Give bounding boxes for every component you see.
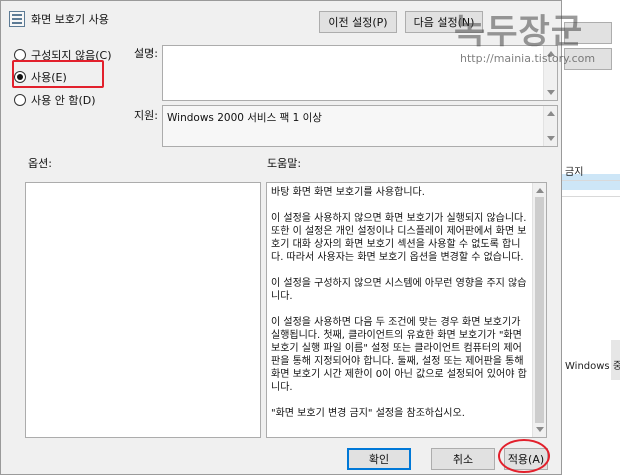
background-row-label: 금지	[565, 167, 584, 178]
help-panel: 바탕 화면 화면 보호기를 사용합니다. 이 설정을 사용하지 않으면 화면 보…	[266, 182, 547, 438]
scroll-down-icon[interactable]	[547, 136, 555, 141]
supported-scrollbar[interactable]	[543, 106, 557, 146]
scroll-down-icon[interactable]	[536, 427, 544, 432]
annotation-ellipse	[498, 439, 550, 473]
ok-button[interactable]: 확인	[347, 448, 411, 470]
dialog-title: 화면 보호기 사용	[31, 13, 109, 26]
help-text: 바탕 화면 화면 보호기를 사용합니다. 이 설정을 사용하지 않으면 화면 보…	[271, 186, 528, 433]
radio-button-indicator[interactable]	[14, 94, 26, 106]
policy-icon	[9, 11, 25, 27]
annotation-box	[12, 60, 104, 88]
help-scrollbar[interactable]	[532, 183, 546, 437]
background-divider	[561, 196, 620, 197]
dialog-title-row: 화면 보호기 사용	[9, 11, 109, 27]
previous-setting-button[interactable]: 이전 설정(P)	[319, 11, 397, 33]
watermark-logo: 녹두장군	[454, 12, 584, 52]
comment-label: 설명:	[134, 47, 158, 60]
options-panel	[25, 182, 261, 438]
help-paragraph: 이 설정을 사용하면 다음 두 조건에 맞는 경우 화면 보호기가 실행됩니다.…	[271, 317, 527, 393]
help-paragraph: 바탕 화면 화면 보호기를 사용합니다.	[271, 187, 425, 198]
scroll-thumb[interactable]	[535, 197, 544, 423]
help-paragraph: 이 설정을 구성하지 않으면 시스템에 아무런 영향을 주지 않습니다.	[271, 278, 527, 302]
background-divider	[561, 180, 620, 181]
options-label: 옵션:	[28, 157, 52, 170]
supported-on-label: 지원:	[134, 109, 158, 122]
supported-on-value: Windows 2000 서비스 팩 1 이상	[167, 112, 322, 124]
help-paragraph: "화면 보호기 변경 금지" 설정을 참조하십시오.	[271, 408, 465, 419]
watermark-url: http://mainia.tistory.com	[460, 52, 596, 65]
scroll-up-icon[interactable]	[547, 111, 555, 116]
cancel-button[interactable]: 취소	[431, 448, 495, 470]
scroll-down-icon[interactable]	[547, 90, 555, 95]
help-label: 도움말:	[267, 157, 302, 170]
radio-disabled[interactable]: 사용 안 함(D)	[14, 92, 96, 108]
supported-on-textbox: Windows 2000 서비스 팩 1 이상	[162, 105, 558, 147]
help-paragraph: 이 설정을 사용하지 않으면 화면 보호기가 실행되지 않습니다. 또한 이 설…	[271, 213, 527, 263]
background-row-label: Windows 중	[565, 361, 620, 372]
radio-label: 사용 안 함(D)	[31, 94, 96, 107]
background-window: 금지 Windows 중	[560, 0, 620, 475]
scroll-up-icon[interactable]	[536, 188, 544, 193]
